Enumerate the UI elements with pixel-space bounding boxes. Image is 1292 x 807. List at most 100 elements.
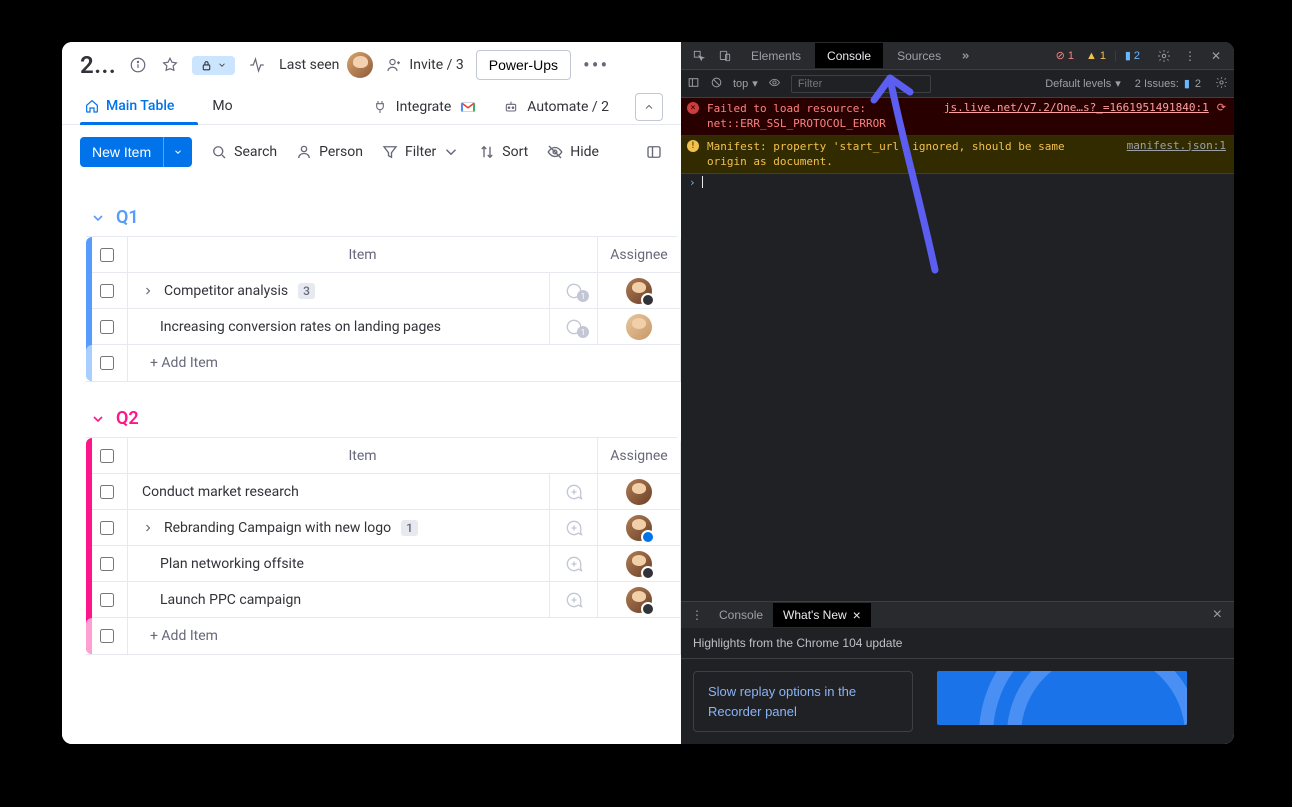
kebab-menu-icon[interactable]: ⋮ xyxy=(1178,44,1202,68)
tab-main-table[interactable]: Main Table xyxy=(80,90,178,124)
console-sidebar-toggle-icon[interactable] xyxy=(687,76,700,92)
invite-button[interactable]: Invite / 3 xyxy=(385,56,463,74)
table-row[interactable]: Launch PPC campaign xyxy=(86,582,680,618)
expand-subitems-icon[interactable] xyxy=(142,522,154,534)
conversation-cell[interactable]: 1 xyxy=(550,273,598,308)
filter-button[interactable]: Filter xyxy=(381,143,460,161)
new-item-caret[interactable] xyxy=(163,137,192,167)
select-all-checkbox[interactable] xyxy=(86,237,128,272)
error-warning-badges[interactable]: ⊘1 ▲1 | ▮2 xyxy=(1046,48,1150,63)
star-icon[interactable] xyxy=(160,55,180,75)
table-row[interactable]: Competitor analysis 3 1 xyxy=(86,273,680,309)
row-checkbox[interactable] xyxy=(86,309,128,344)
conversation-cell[interactable] xyxy=(550,510,598,545)
table-row[interactable]: Conduct market research xyxy=(86,474,680,510)
item-name-cell[interactable]: Plan networking offsite xyxy=(128,546,550,581)
drawer-menu-icon[interactable]: ⋮ xyxy=(685,608,709,622)
assignee-cell[interactable] xyxy=(598,546,680,581)
automate-button[interactable]: Automate / 2 xyxy=(503,99,609,115)
row-checkbox[interactable] xyxy=(86,510,128,545)
add-item-row[interactable]: + Add Item xyxy=(86,618,680,654)
assignee-cell[interactable] xyxy=(598,273,680,308)
row-checkbox[interactable] xyxy=(86,582,128,617)
row-checkbox[interactable] xyxy=(86,546,128,581)
assignee-cell[interactable] xyxy=(598,474,680,509)
select-all-checkbox[interactable] xyxy=(86,438,128,473)
row-checkbox[interactable] xyxy=(86,618,128,654)
drawer-tab-whatsnew[interactable]: What's New× xyxy=(773,603,871,627)
conversation-cell[interactable] xyxy=(550,582,598,617)
log-source-link[interactable]: manifest.json:1 xyxy=(1127,139,1226,170)
conversation-cell[interactable] xyxy=(550,546,598,581)
assignee-cell[interactable] xyxy=(598,309,680,344)
assignee-cell[interactable] xyxy=(598,510,680,545)
item-name-cell[interactable]: Increasing conversion rates on landing p… xyxy=(128,309,550,344)
group-header[interactable]: Q2 xyxy=(80,408,681,429)
live-expression-icon[interactable] xyxy=(768,76,781,92)
column-header-assignee[interactable]: Assignee xyxy=(598,448,680,464)
item-name-cell[interactable]: Rebranding Campaign with new logo 1 xyxy=(128,510,550,545)
tab-console[interactable]: Console xyxy=(815,43,883,68)
table-row[interactable]: Increasing conversion rates on landing p… xyxy=(86,309,680,345)
tab-sources[interactable]: Sources xyxy=(885,43,953,68)
reload-icon[interactable]: ⟳ xyxy=(1217,101,1226,132)
new-item-button[interactable]: New Item xyxy=(80,137,163,167)
console-prompt[interactable]: › xyxy=(681,174,1234,191)
row-checkbox[interactable] xyxy=(86,273,128,308)
console-log-row[interactable]: !Manifest: property 'start_url' ignored,… xyxy=(681,136,1234,174)
console-log-row[interactable]: ×Failed to load resource: net::ERR_SSL_P… xyxy=(681,98,1234,136)
issues-chip[interactable]: 2 Issues: ▮2 xyxy=(1135,77,1201,90)
item-name-cell[interactable]: Conduct market research xyxy=(128,474,550,509)
item-name-cell[interactable]: Competitor analysis 3 xyxy=(128,273,550,308)
expand-subitems-icon[interactable] xyxy=(142,285,154,297)
integrate-button[interactable]: Integrate xyxy=(372,98,478,116)
device-mode-icon[interactable] xyxy=(713,44,737,68)
sort-button[interactable]: Sort xyxy=(478,143,528,161)
more-menu-icon[interactable]: ••• xyxy=(583,53,609,77)
more-tabs-icon[interactable] xyxy=(955,44,979,68)
board-view-toggle[interactable] xyxy=(645,143,663,161)
conversation-cell[interactable] xyxy=(550,474,598,509)
column-header-item[interactable]: Item xyxy=(128,237,598,272)
last-seen[interactable]: Last seen xyxy=(279,52,373,78)
settings-icon[interactable] xyxy=(1152,44,1176,68)
log-source-link[interactable]: js.live.net/v7.2/One…s?_=1661951491840:1 xyxy=(944,101,1209,132)
group-header[interactable]: Q1 xyxy=(80,207,681,228)
item-name-cell[interactable]: Launch PPC campaign xyxy=(128,582,550,617)
console-settings-icon[interactable] xyxy=(1215,76,1228,92)
clear-console-icon[interactable] xyxy=(710,76,723,92)
column-header-assignee[interactable]: Assignee xyxy=(598,247,680,263)
person-filter-button[interactable]: Person xyxy=(295,143,363,161)
tab-elements[interactable]: Elements xyxy=(739,43,813,68)
context-selector[interactable]: top ▾ xyxy=(733,77,758,90)
search-button[interactable]: Search xyxy=(210,143,277,161)
conversation-cell[interactable]: 1 xyxy=(550,309,598,344)
new-item-split-button[interactable]: New Item xyxy=(80,137,192,167)
hide-button[interactable]: Hide xyxy=(546,143,599,161)
column-header-item[interactable]: Item xyxy=(128,438,598,473)
privacy-chip[interactable] xyxy=(192,56,235,75)
table-row[interactable]: Plan networking offsite xyxy=(86,546,680,582)
row-checkbox[interactable] xyxy=(86,345,128,381)
inspect-element-icon[interactable] xyxy=(687,44,711,68)
board-title[interactable]: 2... xyxy=(80,51,116,79)
log-levels-selector[interactable]: Default levels ▾ xyxy=(1045,77,1121,90)
close-tab-icon[interactable]: × xyxy=(853,607,861,623)
powerups-button[interactable]: Power-Ups xyxy=(476,50,571,80)
add-item-row[interactable]: + Add Item xyxy=(86,345,680,381)
close-devtools-icon[interactable]: ✕ xyxy=(1204,44,1228,68)
devtools-tabstrip: Elements Console Sources ⊘1 ▲1 | ▮2 ⋮ ✕ xyxy=(681,42,1234,70)
collapse-header-button[interactable] xyxy=(635,93,663,121)
tab-secondary[interactable]: Mo xyxy=(208,90,236,124)
close-drawer-icon[interactable]: × xyxy=(1205,606,1230,624)
console-log[interactable]: ×Failed to load resource: net::ERR_SSL_P… xyxy=(681,98,1234,601)
drawer-tab-console[interactable]: Console xyxy=(709,604,773,626)
info-icon[interactable] xyxy=(128,55,148,75)
row-checkbox[interactable] xyxy=(86,474,128,509)
board-body[interactable]: Q1ItemAssignee Competitor analysis 3 1 I… xyxy=(62,181,681,744)
assignee-cell[interactable] xyxy=(598,582,680,617)
filter-input[interactable] xyxy=(791,75,931,93)
table-row[interactable]: Rebranding Campaign with new logo 1 xyxy=(86,510,680,546)
whatsnew-tip-link[interactable]: Slow replay options in the Recorder pane… xyxy=(693,671,913,732)
activity-icon[interactable] xyxy=(247,55,267,75)
